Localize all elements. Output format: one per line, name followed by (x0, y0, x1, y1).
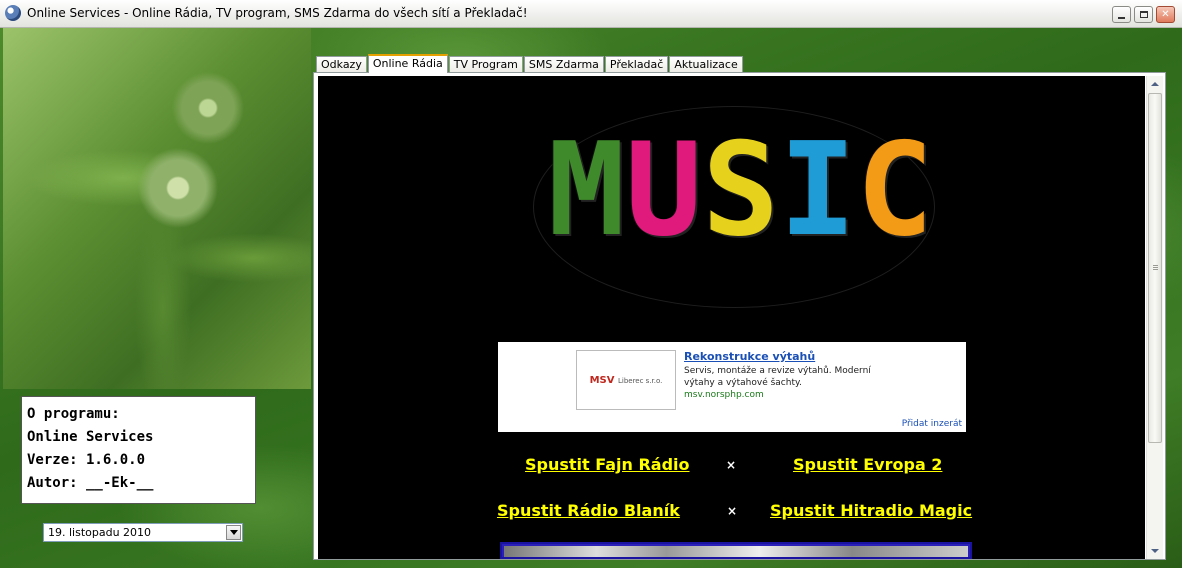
player-visual (504, 546, 968, 557)
ad-description: Servis, montáže a revize výtahů. Moderní… (684, 366, 871, 388)
tab-strip: Odkazy Online Rádia TV Program SMS Zdarm… (316, 54, 744, 73)
minimize-icon (1118, 16, 1125, 19)
about-heading: O programu: (27, 406, 120, 422)
tab-odkazy[interactable]: Odkazy (316, 56, 367, 73)
tab-content-frame: M U S I C MSV Liberec s.r.o. Rekonstrukc… (313, 72, 1166, 560)
web-browser-view[interactable]: M U S I C MSV Liberec s.r.o. Rekonstrukc… (318, 76, 1145, 559)
scroll-up-button[interactable] (1147, 76, 1163, 92)
vertical-scrollbar[interactable] (1146, 76, 1163, 559)
window-title: Online Services - Online Rádia, TV progr… (27, 6, 528, 20)
app-globe-icon[interactable] (5, 5, 21, 21)
date-value: 19. listopadu 2010 (48, 526, 152, 539)
music-letter-s: S (702, 116, 780, 265)
chevron-up-icon (1151, 82, 1159, 86)
tab-prekladac[interactable]: Překladač (604, 56, 669, 73)
radio-separator: × (727, 504, 738, 518)
ad-add-listing-link[interactable]: Přidat inzerát (902, 419, 962, 429)
title-bar[interactable]: Online Services - Online Rádia, TV progr… (0, 0, 1182, 28)
maximize-button[interactable] (1134, 6, 1153, 23)
scroll-down-button[interactable] (1147, 543, 1163, 559)
minimize-button[interactable] (1112, 6, 1131, 23)
grip-icon (1153, 265, 1158, 266)
music-letter-c: C (856, 116, 934, 265)
client-area: O programu: Online Services Verze: 1.6.0… (0, 28, 1182, 568)
ad-logo[interactable]: MSV Liberec s.r.o. (576, 350, 676, 410)
ad-url[interactable]: msv.norsphp.com (684, 390, 764, 400)
radio-link-hitradio-magic[interactable]: Spustit Hitradio Magic (770, 501, 972, 520)
date-dropdown-button[interactable] (226, 525, 241, 540)
tab-aktualizace[interactable]: Aktualizace (669, 56, 743, 73)
chevron-down-icon (1151, 549, 1159, 553)
music-banner: M U S I C (548, 116, 933, 266)
radio-separator: × (726, 458, 737, 472)
about-box: O programu: Online Services Verze: 1.6.0… (21, 396, 256, 504)
chevron-down-icon (229, 530, 238, 535)
about-version: Verze: 1.6.0.0 (27, 452, 146, 468)
about-app-name: Online Services (27, 429, 154, 445)
music-letter-m: M (548, 116, 626, 265)
cannabis-photo (3, 28, 311, 389)
close-icon: ✕ (1161, 8, 1170, 20)
radio-link-evropa2[interactable]: Spustit Evropa 2 (793, 455, 942, 474)
tab-sms-zdarma[interactable]: SMS Zdarma (523, 56, 604, 73)
radio-link-fajn[interactable]: Spustit Fajn Rádio (525, 455, 690, 474)
ad-title-link[interactable]: Rekonstrukce výtahů (684, 350, 815, 363)
about-author: Autor: __-Ek-__ (27, 475, 154, 491)
tab-tv-program[interactable]: TV Program (448, 56, 523, 73)
music-letter-i: I (779, 116, 857, 265)
scroll-thumb[interactable] (1148, 93, 1162, 443)
maximize-icon (1139, 11, 1148, 18)
date-picker[interactable]: 19. listopadu 2010 (43, 523, 243, 542)
ad-logo-text: MSV Liberec s.r.o. (589, 374, 663, 386)
radio-player-strip[interactable] (500, 542, 972, 559)
tab-online-radia[interactable]: Online Rádia (367, 54, 448, 73)
close-button[interactable]: ✕ (1156, 6, 1175, 23)
advertisement[interactable]: MSV Liberec s.r.o. Rekonstrukce výtahů S… (498, 342, 966, 432)
music-letter-u: U (625, 116, 703, 265)
radio-link-blanik[interactable]: Spustit Rádio Blaník (497, 501, 680, 520)
